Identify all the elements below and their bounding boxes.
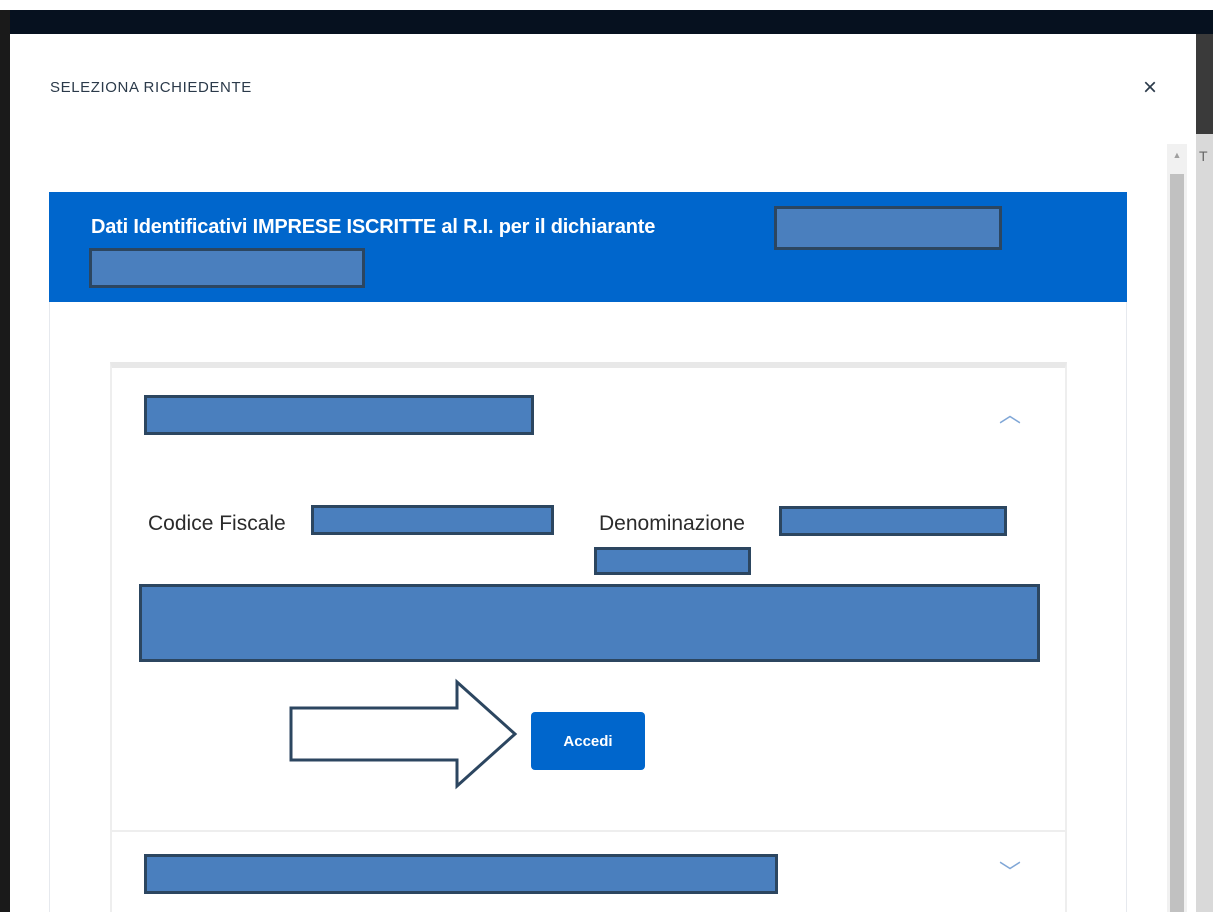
redacted-company-details (139, 584, 1040, 662)
declarant-header-title: Dati Identificativi IMPRESE ISCRITTE al … (91, 216, 656, 238)
accedi-button[interactable]: Accedi (531, 712, 645, 770)
redacted-denominazione (779, 506, 1007, 536)
scroll-up-arrow-icon[interactable]: ▲ (1167, 150, 1187, 160)
declarant-header: Dati Identificativi IMPRESE ISCRITTE al … (49, 192, 1127, 302)
modal-scrollbar[interactable]: ▲ (1167, 144, 1187, 912)
backdrop-text: T (1199, 148, 1208, 164)
page-backdrop-left (0, 10, 10, 912)
chevron-up-icon[interactable]: ︿ (999, 404, 1021, 426)
redacted-denominazione-cont (594, 547, 751, 575)
redacted-company-title[interactable] (144, 395, 534, 435)
arrow-right-icon (289, 678, 518, 790)
select-applicant-modal: SELEZIONA RICHIEDENTE × ▲ Dati Identific… (10, 34, 1196, 912)
close-icon[interactable]: × (1138, 76, 1162, 100)
page-backdrop-right-light (1196, 134, 1213, 912)
redacted-company-title-2[interactable] (144, 854, 778, 894)
company-accordion: ︿ Codice Fiscale Denominazione Accedi ﹀ (110, 362, 1067, 912)
redacted-codice-fiscale (311, 505, 554, 535)
codice-fiscale-label: Codice Fiscale (148, 512, 286, 535)
accordion-divider (112, 830, 1065, 832)
page-backdrop-band (0, 0, 1213, 10)
denominazione-label: Denominazione (599, 512, 745, 535)
redacted-declarant-name-cont (89, 248, 365, 288)
scroll-thumb[interactable] (1170, 174, 1184, 912)
modal-title: SELEZIONA RICHIEDENTE (50, 79, 252, 96)
redacted-declarant-name (774, 206, 1002, 250)
chevron-down-icon[interactable]: ﹀ (999, 862, 1021, 884)
